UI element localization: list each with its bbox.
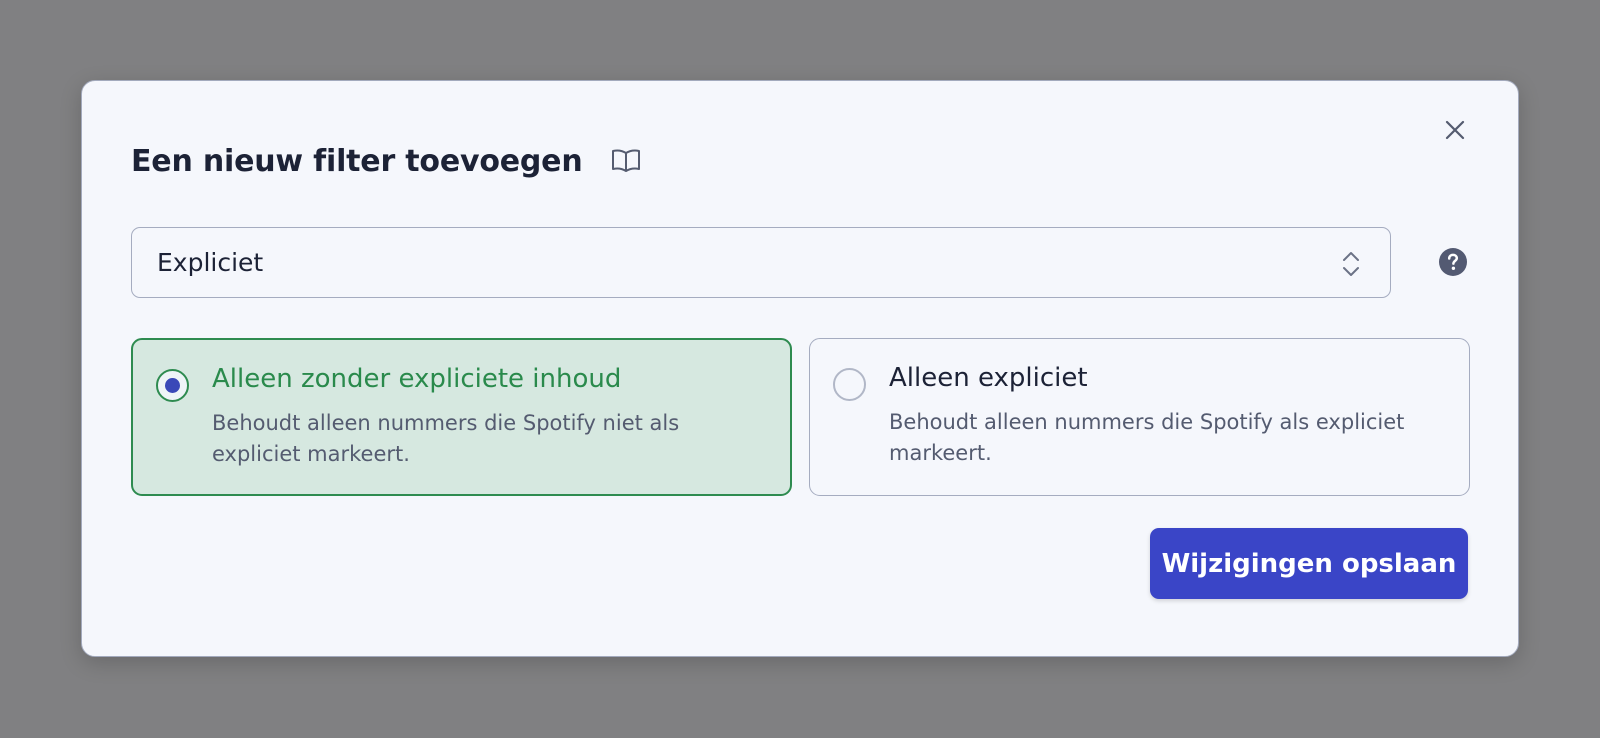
filter-type-select[interactable]: Expliciet — [131, 227, 1391, 298]
option-non-explicit-only[interactable]: Alleen zonder expliciete inhoud Behoudt … — [131, 338, 792, 496]
close-icon — [1445, 120, 1465, 140]
option-explicit-only[interactable]: Alleen expliciet Behoudt alleen nummers … — [809, 338, 1470, 496]
chevron-up-down-icon — [1343, 252, 1359, 276]
docs-button[interactable] — [610, 145, 642, 177]
filter-type-value: Expliciet — [157, 248, 264, 277]
dialog-header: Een nieuw filter toevoegen — [131, 139, 642, 183]
book-open-icon — [612, 149, 641, 172]
radio-unselected[interactable] — [833, 368, 866, 401]
radio-selected[interactable] — [156, 369, 189, 402]
option-description: Behoudt alleen nummers die Spotify niet … — [212, 411, 680, 466]
save-changes-button[interactable]: Wijzigingen opslaan — [1150, 528, 1468, 599]
option-description: Behoudt alleen nummers die Spotify als e… — [889, 410, 1405, 465]
radio-dot — [165, 378, 180, 393]
dialog-title: Een nieuw filter toevoegen — [131, 143, 583, 179]
add-filter-dialog: Een nieuw filter toevoegen Expliciet All… — [81, 80, 1519, 657]
close-button[interactable] — [1439, 114, 1471, 146]
option-title: Alleen expliciet — [889, 363, 1088, 393]
option-title: Alleen zonder expliciete inhoud — [212, 364, 622, 394]
question-circle-icon[interactable] — [1438, 247, 1468, 277]
